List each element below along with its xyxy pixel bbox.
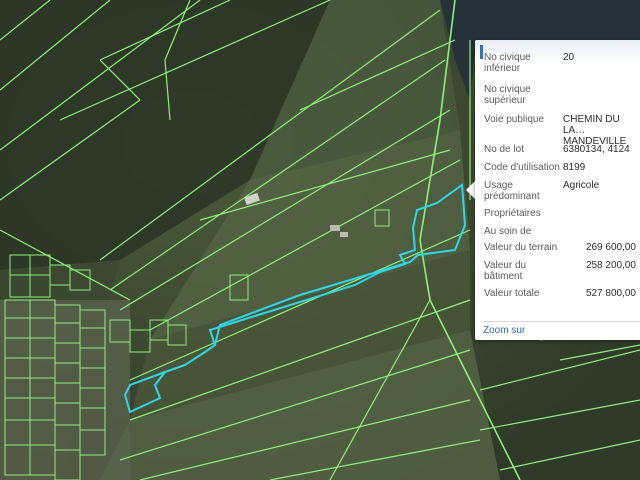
row-valeur-batiment: Valeur du bâtiment 258 200,00 <box>475 260 640 288</box>
value-no-civique-superieur <box>563 84 640 114</box>
value-no-civique-inferieur: 20 <box>563 52 575 63</box>
row-valeur-terrain: Valeur du terrain 269 600,00 <box>475 242 640 260</box>
label-proprietaires: Propriétaires <box>484 208 541 219</box>
zoom-to-link[interactable]: Zoom sur <box>483 325 525 336</box>
label-no-de-lot: No de lot <box>484 144 525 155</box>
row-usage-predominant: Usage prédominant Agricole <box>475 180 640 208</box>
value-voie-publique: CHEMIN DU LA… MANDEVILLE <box>563 114 627 147</box>
row-proprietaires: Propriétaires <box>475 208 640 226</box>
value-valeur-batiment: 258 200,00 <box>585 260 636 271</box>
label-valeur-totale: Valeur totale <box>484 288 540 299</box>
label-no-civique-superieur: No civique supérieur <box>484 84 531 106</box>
row-code-utilisation: Code d'utilisation 8199 <box>475 162 640 180</box>
value-au-soin-de <box>563 226 640 242</box>
attribute-table: No civique inférieur 20 No civique supér… <box>475 52 640 306</box>
row-no-de-lot: No de lot 6380134, 4124 <box>475 144 640 162</box>
label-usage-predominant: Usage prédominant <box>484 180 540 202</box>
row-no-civique-inferieur: No civique inférieur 20 <box>475 52 640 84</box>
value-proprietaires <box>563 208 640 226</box>
label-no-civique-inferieur: No civique inférieur <box>484 52 531 74</box>
row-au-soin-de: Au soin de <box>475 226 640 242</box>
value-no-de-lot: 6380134, 4124 <box>563 144 630 155</box>
value-usage-predominant: Agricole <box>563 180 600 191</box>
label-code-utilisation: Code d'utilisation <box>484 162 560 173</box>
value-valeur-terrain: 269 600,00 <box>585 242 636 253</box>
popup-divider <box>483 321 640 322</box>
label-au-soin-de: Au soin de <box>484 226 532 237</box>
row-voie-publique: Voie publique CHEMIN DU LA… MANDEVILLE <box>475 114 640 147</box>
row-valeur-totale: Valeur totale 527 800,00 <box>475 288 640 306</box>
value-code-utilisation: 8199 <box>563 162 586 173</box>
label-valeur-terrain: Valeur du terrain <box>484 242 558 253</box>
label-voie-publique: Voie publique <box>484 114 545 125</box>
parcel-info-popup: No civique inférieur 20 No civique supér… <box>475 40 640 340</box>
value-valeur-totale: 527 800,00 <box>585 288 636 299</box>
label-valeur-batiment: Valeur du bâtiment <box>484 260 527 282</box>
row-no-civique-superieur: No civique supérieur <box>475 84 640 114</box>
